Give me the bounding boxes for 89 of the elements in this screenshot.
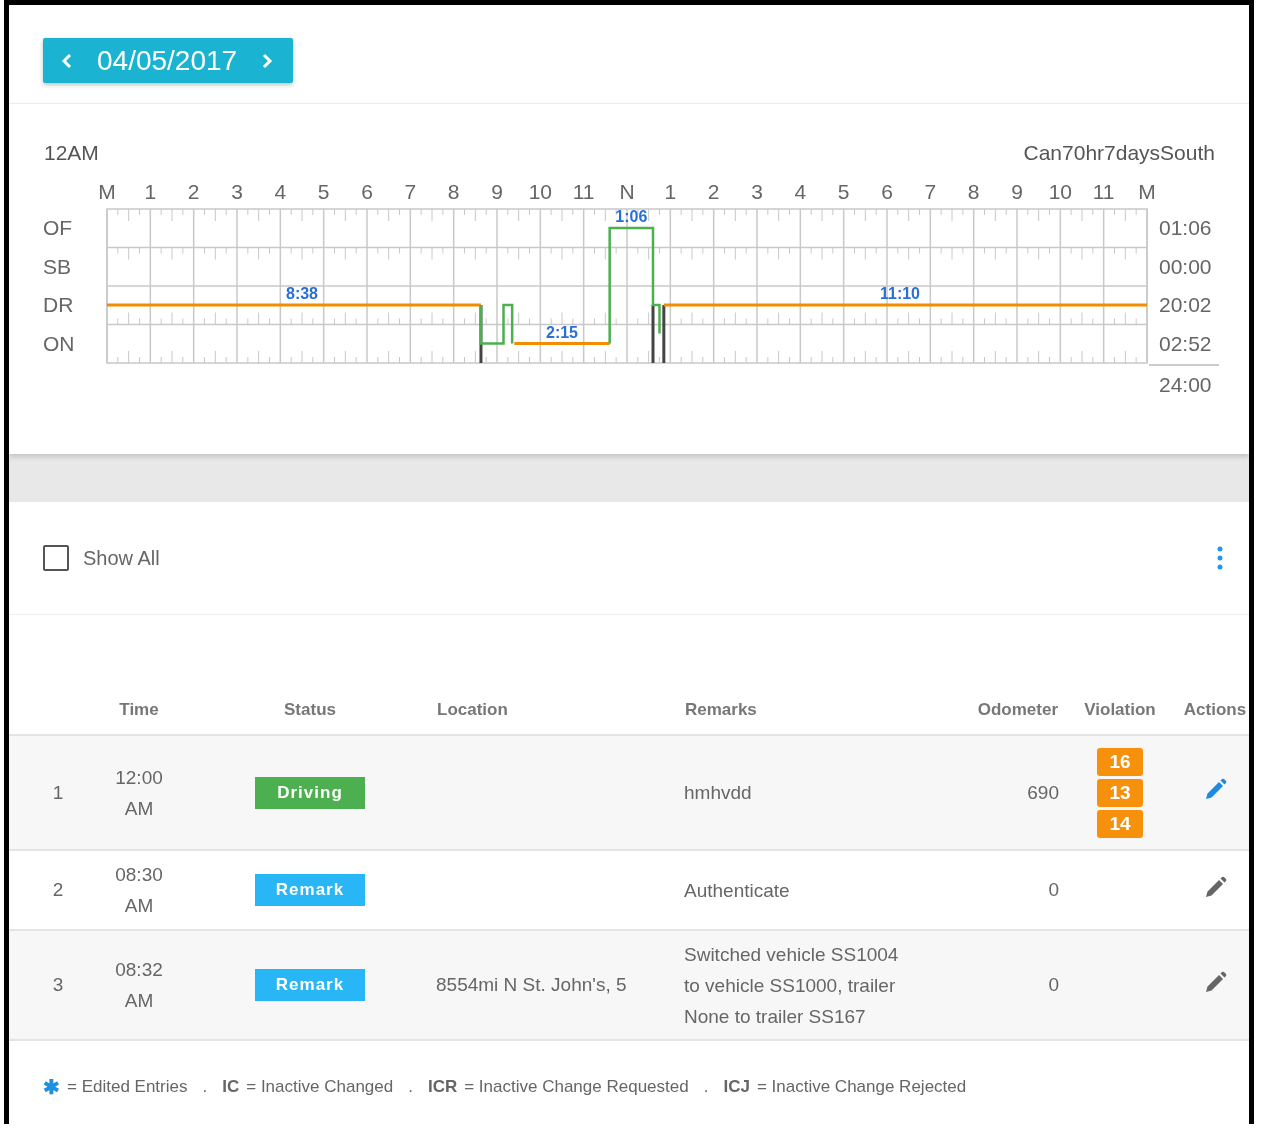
hour-label: 1 xyxy=(144,180,157,203)
legend-code: ICJ xyxy=(723,1077,750,1097)
hour-label: 8 xyxy=(967,180,980,203)
hour-label: 11 xyxy=(572,180,595,203)
legend-text: = Inactive Change Rejected xyxy=(756,1077,967,1097)
legend-separator: . xyxy=(202,1077,208,1097)
time-cell-text: 08:32 AM xyxy=(114,958,164,1013)
status-row-label: ON xyxy=(43,331,75,355)
hour-label: 10 xyxy=(1048,180,1072,203)
row-number: 1 xyxy=(52,781,64,803)
hour-label: 9 xyxy=(1011,180,1023,203)
duration-label: 1:06 xyxy=(615,208,648,225)
hour-label: 9 xyxy=(491,180,503,203)
hour-label: 7 xyxy=(924,180,937,203)
column-header: Remarks xyxy=(685,699,757,719)
hour-label: 2 xyxy=(187,180,200,203)
pencil-icon xyxy=(1203,970,1227,995)
legend-text: = Inactive Changed xyxy=(246,1077,394,1097)
chevron-left-icon xyxy=(61,51,73,70)
more-menu-icon[interactable] xyxy=(1217,546,1223,570)
pencil-icon xyxy=(1203,875,1227,900)
hour-label: 6 xyxy=(881,180,893,203)
hour-label: 5 xyxy=(837,180,850,203)
hour-label: 2 xyxy=(707,180,720,203)
status-total: 01:06 xyxy=(1159,216,1212,239)
column-header: Status xyxy=(283,699,337,720)
column-header: Time xyxy=(119,699,159,719)
edit-button[interactable] xyxy=(1203,970,1227,995)
column-header: Odometer xyxy=(977,699,1058,719)
odometer-cell: 0 xyxy=(1048,879,1059,900)
remarks-cell-text: Authenticate xyxy=(684,878,790,903)
row-number: 2 xyxy=(52,879,64,900)
duration-label: 8:38 xyxy=(286,285,318,302)
edit-button[interactable] xyxy=(1203,875,1227,900)
status-row-label: DR xyxy=(43,293,74,316)
violation-badge: 13 xyxy=(1097,778,1143,807)
show-all-checkbox[interactable] xyxy=(43,545,69,571)
hour-label: 10 xyxy=(528,180,552,203)
hour-label: 3 xyxy=(751,180,763,203)
pencil-icon xyxy=(1203,778,1227,802)
legend-separator: . xyxy=(703,1077,709,1097)
edited-entry-icon: ✱ xyxy=(43,1075,60,1099)
day-total: 24:00 xyxy=(1159,373,1212,396)
hour-label: M xyxy=(98,180,116,203)
hour-label: M xyxy=(1138,180,1156,203)
status-badge: Driving xyxy=(255,776,365,809)
date-label: 04/05/2017 xyxy=(97,44,238,77)
legend-code: ICR xyxy=(427,1077,458,1097)
hour-label: 11 xyxy=(1092,180,1115,203)
status-row-label: OF xyxy=(43,216,73,239)
show-all-label: Show All xyxy=(83,546,160,570)
legend-text: = Inactive Change Requested xyxy=(464,1077,689,1097)
hour-label: 6 xyxy=(361,180,373,203)
column-header: Location xyxy=(437,699,508,719)
status-total: 02:52 xyxy=(1159,331,1212,355)
row-number: 3 xyxy=(52,974,64,995)
duration-label: 11:10 xyxy=(880,285,920,302)
status-total: 00:00 xyxy=(1159,254,1212,278)
hour-label: 8 xyxy=(447,180,460,203)
legend-separator: . xyxy=(408,1077,413,1097)
column-header: Violation xyxy=(1084,699,1156,719)
status-total: 20:02 xyxy=(1159,293,1212,316)
hour-label: 3 xyxy=(231,180,243,203)
hour-label: 5 xyxy=(317,180,330,203)
odometer-cell: 0 xyxy=(1048,974,1059,995)
location-cell: 8554mi N St. John's, 5 xyxy=(436,974,627,995)
odometer-cell: 690 xyxy=(1027,781,1059,803)
hour-label: 7 xyxy=(404,180,417,203)
hour-label: 1 xyxy=(664,180,677,203)
start-time-label: 12AM xyxy=(44,141,99,165)
status-row-label: SB xyxy=(43,254,71,278)
status-badge: Remark xyxy=(255,874,365,906)
hour-label: 4 xyxy=(794,180,807,203)
column-header: Actions xyxy=(1183,699,1247,719)
hour-label: N xyxy=(619,180,635,203)
remarks-cell-text: Switched vehicle SS1004 to vehicle SS1000, trailer None to trailer SS167 xyxy=(684,942,900,1029)
time-cell-text: 08:30 AM xyxy=(114,863,164,918)
remarks-cell-text: hmhvdd xyxy=(684,781,752,805)
hour-label: 4 xyxy=(274,180,287,203)
violation-badge: 14 xyxy=(1097,809,1143,838)
duration-label: 2:15 xyxy=(546,323,578,341)
status-badge: Remark xyxy=(255,969,365,1001)
chevron-right-icon xyxy=(261,51,274,70)
legend-code: IC xyxy=(222,1077,240,1097)
time-cell-text: 12:00 AM xyxy=(114,765,164,821)
legend-text: = Edited Entries xyxy=(67,1077,188,1097)
ruleset-label: Can70hr7daysSouth xyxy=(1023,141,1215,165)
violation-badge: 16 xyxy=(1097,747,1143,776)
edit-button[interactable] xyxy=(1203,778,1227,802)
